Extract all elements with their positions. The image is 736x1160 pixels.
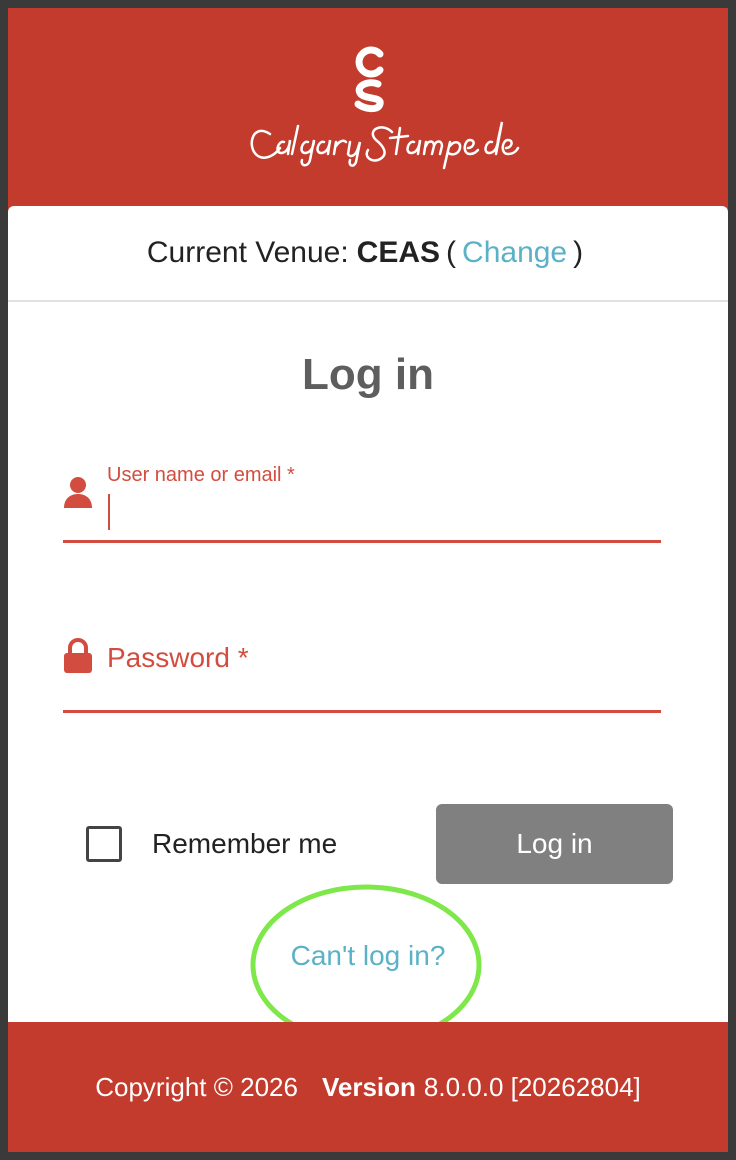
login-window: Current Venue: CEAS ( Change ) Log in Us… bbox=[8, 8, 728, 1152]
footer: Copyright © 2026 Version 8.0.0.0 [202628… bbox=[8, 1022, 728, 1152]
version-label: Version bbox=[321, 1071, 416, 1102]
username-underline bbox=[63, 540, 661, 543]
page-title: Log in bbox=[302, 350, 434, 399]
calgary-stampede-logo bbox=[8, 8, 728, 208]
remember-me-label: Remember me bbox=[152, 828, 338, 859]
venue-prefix: Current Venue: bbox=[146, 236, 349, 269]
user-icon bbox=[63, 476, 93, 515]
username-field[interactable]: User name or email * bbox=[63, 456, 661, 546]
username-label: User name or email * bbox=[107, 464, 295, 486]
password-placeholder: Password * bbox=[107, 642, 249, 673]
cant-login-link[interactable]: Can't log in? bbox=[8, 940, 728, 972]
venue-code: CEAS bbox=[356, 236, 441, 269]
login-button[interactable]: Log in bbox=[436, 804, 673, 884]
password-underline bbox=[63, 710, 661, 713]
lock-icon bbox=[63, 637, 93, 679]
highlight-circle bbox=[250, 884, 482, 1022]
login-card: Current Venue: CEAS ( Change ) Log in Us… bbox=[8, 206, 728, 1022]
checkbox-box[interactable] bbox=[86, 826, 122, 862]
text-cursor bbox=[108, 494, 110, 530]
venue-close-paren: ) bbox=[573, 236, 584, 269]
version-value: 8.0.0.0 [20262804] bbox=[423, 1071, 641, 1102]
remember-me-checkbox[interactable]: Remember me bbox=[86, 826, 337, 862]
venue-open-paren: ( bbox=[446, 236, 457, 269]
copyright-text: Copyright © 2026 bbox=[95, 1071, 298, 1102]
password-field[interactable]: Password * bbox=[63, 626, 661, 716]
current-venue-bar: Current Venue: CEAS ( Change ) bbox=[8, 206, 728, 302]
change-venue-link[interactable]: Change bbox=[462, 236, 567, 270]
